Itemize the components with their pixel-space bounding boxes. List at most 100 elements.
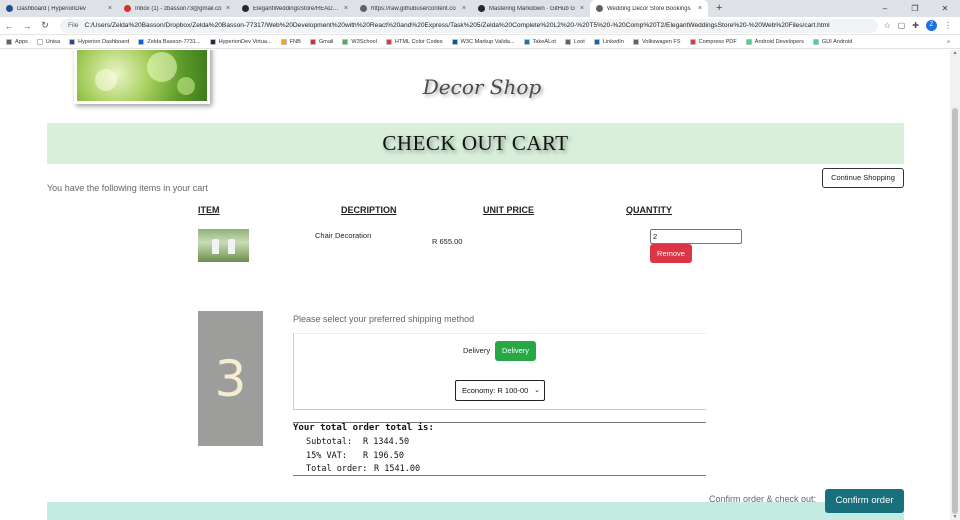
bookmark-label: Hyperion Dashboard xyxy=(78,38,130,45)
column-header-description: DECRIPTION xyxy=(341,205,397,215)
bookmark-icon xyxy=(564,38,571,45)
tab-close-icon[interactable]: × xyxy=(226,5,230,12)
tab-label: ElegantWeddingsStore/README xyxy=(253,5,341,12)
bookmark-icon xyxy=(309,38,316,45)
tab-close-icon[interactable]: × xyxy=(108,5,112,12)
step-number: 3 xyxy=(214,349,247,408)
scroll-down-icon[interactable]: ▼ xyxy=(950,514,960,520)
hero-image xyxy=(74,50,210,104)
bookmark-icon xyxy=(342,38,349,45)
bookmark-label: Loot xyxy=(573,38,585,45)
tab-close-icon[interactable]: × xyxy=(344,5,348,12)
bookmark-item[interactable]: FNB xyxy=(280,38,301,45)
tab-label: Mastering Markdown · GitHub G xyxy=(489,5,576,12)
delivery-button[interactable]: Delivery xyxy=(495,341,536,361)
bookmark-item[interactable]: LinkedIn xyxy=(593,38,624,45)
bookmark-item[interactable]: W3C Markup Valida... xyxy=(451,38,515,45)
browser-tab[interactable]: ElegantWeddingsStore/README × xyxy=(236,0,354,17)
bookmark-item[interactable]: Apps xyxy=(6,38,28,45)
scrollbar-thumb[interactable] xyxy=(952,108,958,514)
extension-icon[interactable]: ▢ xyxy=(898,21,906,30)
bookmark-item[interactable]: Loot xyxy=(564,38,585,45)
continue-shopping-button[interactable]: Continue Shopping xyxy=(822,168,904,188)
page-scrollbar[interactable]: ▲ ▼ xyxy=(950,50,960,520)
browser-tab[interactable]: Inbox (1) - zbasson73@gmail.co × xyxy=(118,0,236,17)
back-button[interactable]: ← xyxy=(0,21,18,31)
item-unit-price: R 655.00 xyxy=(432,237,463,246)
reload-button[interactable]: ↻ xyxy=(36,20,54,31)
remove-item-button[interactable]: Remove xyxy=(650,244,692,263)
browser-tab[interactable]: Wedding Decor Store Bookings × xyxy=(590,0,708,17)
restore-button[interactable]: ❐ xyxy=(900,0,930,17)
tab-close-icon[interactable]: × xyxy=(580,5,584,12)
menu-icon[interactable]: ⋮ xyxy=(944,21,952,30)
scroll-up-icon[interactable]: ▲ xyxy=(950,50,960,56)
vat-label: 15% VAT: xyxy=(306,451,347,461)
bookmarks-overflow-button[interactable]: » xyxy=(947,39,950,45)
chevron-down-icon: ⌄ xyxy=(534,387,540,394)
bookmark-icon xyxy=(451,38,458,45)
new-tab-button[interactable]: + xyxy=(708,0,730,17)
bookmark-label: LinkedIn xyxy=(602,38,624,45)
bookmark-icon xyxy=(138,38,145,45)
url-field[interactable]: File C:/Users/Zelda%20Basson/Dropbox/Zel… xyxy=(60,18,878,33)
bookmark-item[interactable]: Volkswagen FS xyxy=(632,38,681,45)
bookmark-item[interactable]: W3School xyxy=(342,38,377,45)
bookmark-item[interactable]: Compress PDF xyxy=(689,38,737,45)
confirm-order-button[interactable]: Confirm order xyxy=(825,489,904,513)
shop-title: Decor Shop xyxy=(422,75,542,99)
cart-intro-text: You have the following items in your car… xyxy=(47,183,208,193)
tab-label: https://raw.githubusercontent.co xyxy=(371,5,456,12)
bookmark-icon xyxy=(385,38,392,45)
bookmark-item[interactable]: TakeALot xyxy=(523,38,556,45)
column-header-quantity: QUANTITY xyxy=(626,205,672,215)
tab-favicon-icon xyxy=(6,5,13,12)
tab-close-icon[interactable]: × xyxy=(698,5,702,12)
total-label: Total order: xyxy=(306,464,368,474)
bookmark-label: Volkswagen FS xyxy=(641,38,681,45)
bookmark-item[interactable]: Unisa xyxy=(36,38,61,45)
bookmark-item[interactable]: HTML Color Codes xyxy=(385,38,443,45)
bookmark-icon xyxy=(6,38,12,45)
bookmark-item[interactable]: GUI Android xyxy=(812,38,853,45)
browser-tab[interactable]: Mastering Markdown · GitHub G × xyxy=(472,0,590,17)
close-window-button[interactable]: ✕ xyxy=(930,0,960,17)
browser-tab[interactable]: Dashboard | HyperionDev × xyxy=(0,0,118,17)
totals-title: Your total order total is: xyxy=(293,423,434,433)
bookmark-item[interactable]: Android Developers xyxy=(745,38,804,45)
bookmark-icon xyxy=(36,38,43,45)
bookmark-item[interactable]: Zelda Basson-7731... xyxy=(138,38,201,45)
delivery-label: Delivery xyxy=(463,346,491,355)
bookmark-icon xyxy=(280,38,287,45)
bookmark-label: HyperionDev Virtua... xyxy=(218,38,272,45)
shipping-method-select[interactable]: Economy: R 100-00 ⌄ xyxy=(455,380,545,401)
tab-favicon-icon xyxy=(478,5,485,12)
bookmark-icon xyxy=(689,38,696,45)
puzzle-icon[interactable]: ✚ xyxy=(912,21,919,30)
window-controls: – ❐ ✕ xyxy=(870,0,960,17)
bookmark-label: GUI Android xyxy=(821,38,853,45)
bookmarks-bar: Apps Unisa Hyperion Dashboard Zelda Basson-… xyxy=(0,35,960,49)
bookmark-item[interactable]: HyperionDev Virtua... xyxy=(209,38,272,45)
bookmark-label: Unisa xyxy=(45,38,61,45)
tab-favicon-icon xyxy=(242,5,249,12)
minimize-button[interactable]: – xyxy=(870,0,900,17)
confirm-label: Confirm order & check out: xyxy=(709,494,817,504)
bookmark-item[interactable]: Hyperion Dashboard xyxy=(69,38,130,45)
tab-close-icon[interactable]: × xyxy=(462,5,466,12)
profile-avatar[interactable]: Z xyxy=(926,20,937,31)
subtotal-label: Subtotal: xyxy=(306,437,353,447)
tab-favicon-icon xyxy=(360,5,367,12)
bookmark-item[interactable]: Gmail xyxy=(309,38,333,45)
cart-banner: CHECK OUT CART xyxy=(47,123,904,164)
browser-tab[interactable]: https://raw.githubusercontent.co × xyxy=(354,0,472,17)
tab-label: Dashboard | HyperionDev xyxy=(17,5,86,12)
page-content: Decor Shop CHECK OUT CART Continue Shopp… xyxy=(0,50,950,520)
tab-favicon-icon xyxy=(596,5,603,12)
star-icon[interactable]: ☆ xyxy=(884,21,891,30)
file-info-label[interactable]: File xyxy=(68,22,78,29)
bookmark-icon xyxy=(69,38,76,45)
quantity-input[interactable]: 2 xyxy=(650,229,742,244)
forward-button[interactable]: → xyxy=(18,21,36,31)
bookmark-label: TakeALot xyxy=(532,38,556,45)
